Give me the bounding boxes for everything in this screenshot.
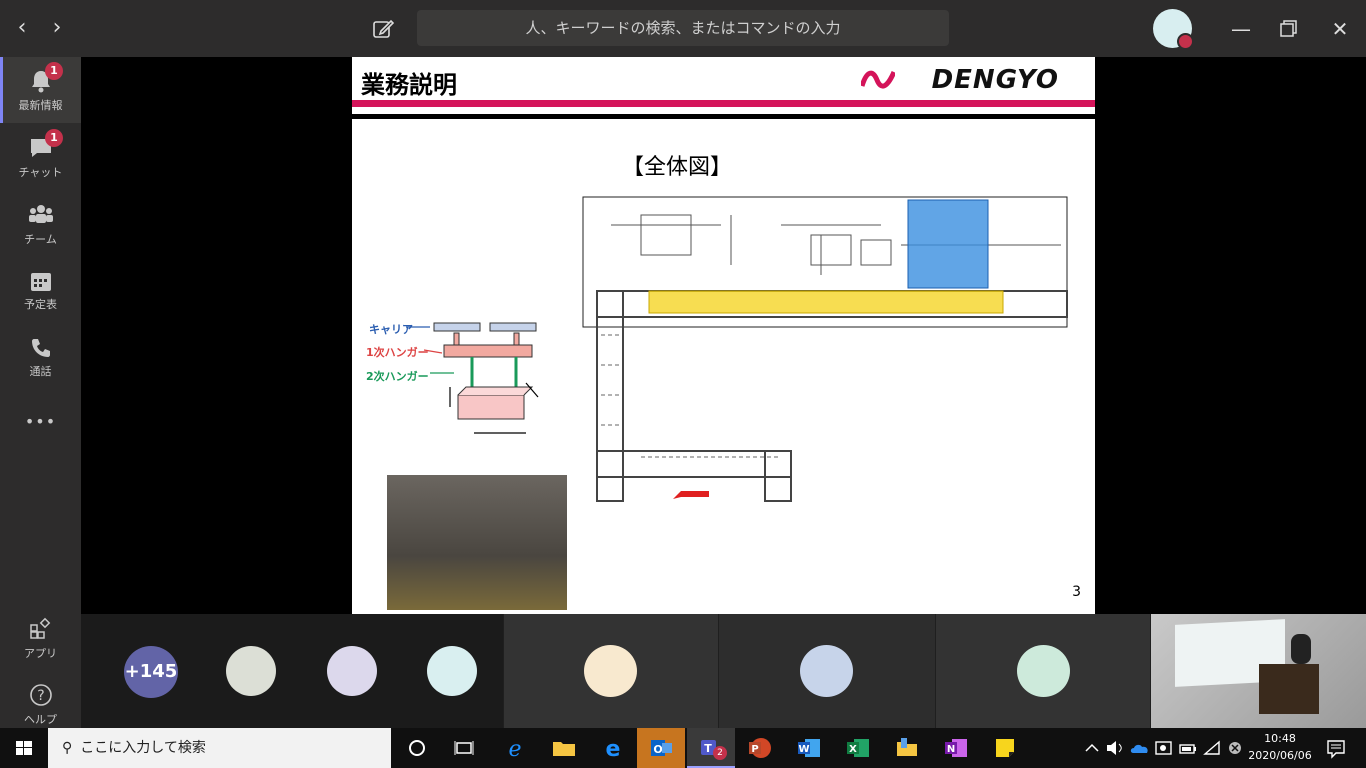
sticky-notes-icon[interactable] — [991, 734, 1019, 762]
plant-layout-diagram — [582, 196, 1068, 502]
search-icon: ⚲ — [62, 740, 73, 756]
close-icon[interactable]: ✕ — [1325, 14, 1355, 44]
clock-date: 2020/06/06 — [1248, 749, 1312, 762]
apps-icon — [29, 617, 50, 639]
participant-avatar — [800, 645, 853, 697]
participant-group: +145 — [81, 614, 503, 728]
camera-video-tile[interactable] — [1151, 614, 1366, 728]
teams-badge: 2 — [713, 746, 727, 760]
svg-text:?: ? — [37, 688, 44, 704]
taskbar-teams-button[interactable]: T 2 — [687, 728, 735, 768]
svg-text:e: e — [508, 737, 521, 762]
word-icon[interactable]: W — [795, 734, 823, 762]
svg-text:e: e — [606, 737, 621, 762]
rail-item-calls[interactable]: 通話 — [0, 325, 81, 391]
participant-tile[interactable] — [719, 614, 935, 728]
teams-icon — [28, 205, 53, 223]
file-manager-icon[interactable] — [893, 734, 921, 762]
rail-label: 最新情報 — [18, 99, 63, 112]
search-input[interactable]: 人、キーワードの検索、またはコマンドの入力 — [417, 10, 949, 46]
title-bar: ‹ › 人、キーワードの検索、またはコマンドの入力 — ✕ — [0, 0, 1366, 57]
notifications-icon[interactable] — [1322, 734, 1350, 762]
participant-tile[interactable] — [936, 614, 1150, 728]
app-rail: 1 最新情報 1 チャット チーム 予定表 通話 ••• アプリ ? ヘルプ — [0, 57, 81, 728]
header-rule — [352, 100, 1095, 107]
minimize-icon[interactable]: — — [1226, 14, 1256, 44]
help-icon: ? — [29, 684, 52, 706]
rail-label: アプリ — [24, 647, 57, 660]
rail-item-teams[interactable]: チーム — [0, 191, 81, 257]
figure-title: 【全体図】 — [622, 155, 733, 180]
participant-avatar[interactable] — [226, 646, 276, 696]
svg-text:T: T — [704, 742, 712, 755]
system-clock[interactable]: 10:48 2020/06/06 — [1246, 730, 1314, 764]
edge-icon[interactable]: e — [599, 734, 627, 762]
chevron-left-icon[interactable]: ‹ — [8, 14, 36, 42]
rail-label: チーム — [24, 233, 57, 246]
taskbar-search-input[interactable]: ⚲ ここに入力して検索 — [48, 728, 391, 768]
chevron-right-icon[interactable]: › — [43, 14, 71, 42]
task-view-icon[interactable] — [450, 734, 478, 762]
windows-taskbar: ⚲ ここに入力して検索 e e O T 2 P W X N 10:48 2020/… — [0, 728, 1366, 768]
label-secondary-hanger: 2次ハンガー — [366, 370, 429, 383]
participant-avatar — [1017, 645, 1070, 697]
svg-text:W: W — [798, 744, 809, 755]
onenote-icon[interactable]: N — [942, 734, 970, 762]
brand-logo-text: DENGYO — [931, 65, 1059, 95]
label-carrier: キャリア — [369, 323, 413, 336]
rail-item-activity[interactable]: 1 最新情報 — [0, 57, 81, 123]
line-photo — [387, 475, 567, 610]
compose-icon[interactable] — [368, 14, 398, 44]
avatar[interactable] — [1153, 9, 1194, 50]
ie-icon[interactable]: e — [501, 734, 529, 762]
excel-icon[interactable]: X — [844, 734, 872, 762]
restore-icon[interactable] — [1273, 14, 1303, 44]
clock-time: 10:48 — [1264, 732, 1296, 745]
taskbar-outlook-button[interactable]: O — [637, 728, 685, 768]
notification-badge: 1 — [45, 62, 63, 80]
svg-text:N: N — [947, 744, 955, 755]
rail-label: 予定表 — [24, 298, 57, 311]
powerpoint-icon[interactable]: P — [746, 734, 774, 762]
rail-label: ヘルプ — [24, 713, 57, 726]
header-rule — [352, 114, 1095, 119]
rail-label: 通話 — [29, 365, 52, 378]
calendar-icon — [30, 273, 51, 291]
svg-text:P: P — [751, 744, 758, 755]
label-primary-hanger: 1次ハンガー — [366, 346, 429, 359]
rail-item-apps[interactable]: アプリ — [0, 605, 81, 671]
rail-label: チャット — [18, 166, 63, 179]
cortana-icon[interactable] — [403, 734, 431, 762]
outlook-icon: O — [651, 740, 672, 756]
slide-title: 業務説明 — [361, 71, 457, 99]
notification-badge: 1 — [45, 129, 63, 147]
participant-avatar[interactable] — [427, 646, 477, 696]
file-explorer-icon[interactable] — [550, 734, 578, 762]
shared-slide: 業務説明 DENGYO 【全体図】 キャリア 1次ハンガー 2次ハンガー 3 — [352, 57, 1095, 614]
status-badge — [1177, 33, 1194, 50]
windows-start-icon[interactable] — [10, 734, 38, 762]
rail-item-chat[interactable]: 1 チャット — [0, 124, 81, 190]
participant-avatar — [584, 645, 637, 697]
dengyo-logo-icon — [861, 70, 895, 89]
participant-tile[interactable] — [504, 614, 718, 728]
participant-avatar[interactable] — [327, 646, 377, 696]
svg-text:X: X — [849, 744, 857, 755]
taskbar-search-label: ここに入力して検索 — [80, 740, 206, 756]
blocked-icon[interactable] — [1221, 734, 1249, 762]
rail-item-calendar[interactable]: 予定表 — [0, 258, 81, 324]
overflow-participants-button[interactable]: +145 — [124, 646, 178, 698]
phone-icon — [31, 339, 50, 357]
meeting-stage: 業務説明 DENGYO 【全体図】 キャリア 1次ハンガー 2次ハンガー 3 — [81, 57, 1366, 614]
volume-icon[interactable] — [1101, 734, 1129, 762]
more-apps-button[interactable]: ••• — [0, 412, 81, 442]
page-number: 3 — [1072, 584, 1081, 600]
svg-text:O: O — [653, 743, 662, 756]
